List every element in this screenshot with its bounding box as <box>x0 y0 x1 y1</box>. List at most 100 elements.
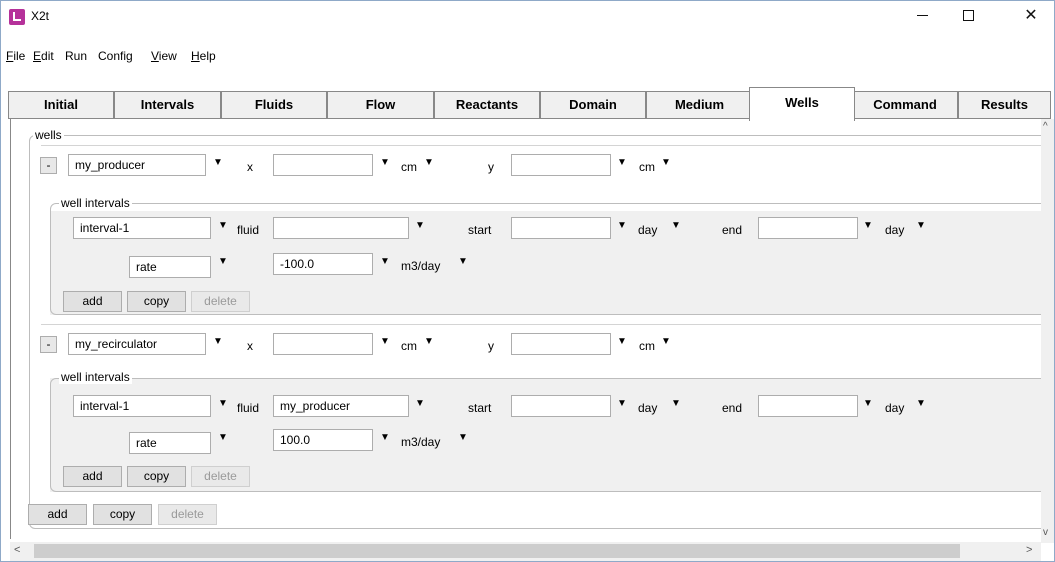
fluid-dropdown-icon[interactable]: ▼ <box>415 220 425 231</box>
add-interval-button[interactable]: add <box>63 291 122 312</box>
rate-unit-dropdown-icon[interactable]: ▼ <box>458 256 468 267</box>
start-input[interactable] <box>511 217 611 239</box>
start-dropdown-icon[interactable]: ▼ <box>617 220 627 231</box>
fluid-field[interactable]: my_producer <box>273 395 409 417</box>
tab-domain[interactable]: Domain <box>540 91 646 119</box>
start-unit-dropdown-icon[interactable]: ▼ <box>671 398 681 409</box>
tab-intervals[interactable]: Intervals <box>114 91 221 119</box>
scroll-down-icon[interactable]: v <box>1043 527 1048 538</box>
horizontal-scrollbar[interactable]: < > <box>10 542 1041 561</box>
start-unit-dropdown-icon[interactable]: ▼ <box>671 220 681 231</box>
rate-value-dropdown-icon[interactable]: ▼ <box>380 432 390 443</box>
start-unit[interactable]: day <box>638 401 657 415</box>
x-unit[interactable]: cm <box>401 339 417 353</box>
close-button[interactable]: ✕ <box>1008 1 1054 33</box>
scroll-up-icon[interactable]: ^ <box>1043 121 1048 132</box>
end-unit-dropdown-icon[interactable]: ▼ <box>916 398 926 409</box>
copy-interval-button[interactable]: copy <box>127 291 186 312</box>
rate-type-field[interactable]: rate <box>129 256 211 278</box>
rate-type-dropdown-icon[interactable]: ▼ <box>218 432 228 443</box>
tab-results[interactable]: Results <box>958 91 1051 119</box>
start-label: start <box>468 401 492 415</box>
divider <box>41 324 1043 325</box>
menu-view[interactable]: View <box>151 49 177 63</box>
scroll-left-icon[interactable]: < <box>14 544 20 556</box>
interval-name-field[interactable]: interval-1 <box>73 395 211 417</box>
end-input[interactable] <box>758 395 858 417</box>
y-unit[interactable]: cm <box>639 160 655 174</box>
menu-file[interactable]: File <box>6 49 25 63</box>
menu-view-mnemonic: V <box>151 49 159 63</box>
x-unit-dropdown-icon[interactable]: ▼ <box>424 336 434 347</box>
x-input[interactable] <box>273 154 373 176</box>
tab-initial[interactable]: Initial <box>8 91 114 119</box>
title-bar: X2t ✕ <box>1 1 1054 33</box>
y-unit[interactable]: cm <box>639 339 655 353</box>
horizontal-scroll-thumb[interactable] <box>34 544 960 558</box>
tab-reactants[interactable]: Reactants <box>434 91 540 119</box>
fluid-dropdown-icon[interactable]: ▼ <box>415 398 425 409</box>
menu-run[interactable]: Run <box>65 49 87 63</box>
tab-fluids[interactable]: Fluids <box>221 91 327 119</box>
rate-value-dropdown-icon[interactable]: ▼ <box>380 256 390 267</box>
x-dropdown-icon[interactable]: ▼ <box>380 336 390 347</box>
interval-name-field[interactable]: interval-1 <box>73 217 211 239</box>
delete-well-button[interactable]: delete <box>158 504 217 525</box>
tab-wells[interactable]: Wells <box>749 87 855 121</box>
rate-unit[interactable]: m3/day <box>401 435 440 449</box>
delete-interval-button[interactable]: delete <box>191 291 250 312</box>
y-unit-dropdown-icon[interactable]: ▼ <box>661 157 671 168</box>
menu-edit[interactable]: Edit <box>33 49 54 63</box>
end-dropdown-icon[interactable]: ▼ <box>863 220 873 231</box>
interval-dropdown-icon[interactable]: ▼ <box>218 220 228 231</box>
add-interval-button[interactable]: add <box>63 466 122 487</box>
fluid-field[interactable] <box>273 217 409 239</box>
menu-config[interactable]: Config <box>98 49 133 63</box>
vertical-scrollbar[interactable]: ^ v <box>1041 119 1054 543</box>
y-input[interactable] <box>511 333 611 355</box>
y-unit-dropdown-icon[interactable]: ▼ <box>661 336 671 347</box>
x-unit-dropdown-icon[interactable]: ▼ <box>424 157 434 168</box>
well-name-dropdown-icon[interactable]: ▼ <box>213 336 223 347</box>
rate-unit[interactable]: m3/day <box>401 259 440 273</box>
well-name-dropdown-icon[interactable]: ▼ <box>213 157 223 168</box>
collapse-well-button[interactable]: - <box>40 157 57 174</box>
end-unit[interactable]: day <box>885 401 904 415</box>
start-dropdown-icon[interactable]: ▼ <box>617 398 627 409</box>
y-dropdown-icon[interactable]: ▼ <box>617 157 627 168</box>
tab-flow[interactable]: Flow <box>327 91 434 119</box>
rate-value-input[interactable]: -100.0 <box>273 253 373 275</box>
end-unit-dropdown-icon[interactable]: ▼ <box>916 220 926 231</box>
minimize-button[interactable] <box>899 1 945 33</box>
scroll-right-icon[interactable]: > <box>1026 544 1032 556</box>
menu-help[interactable]: Help <box>191 49 216 63</box>
y-dropdown-icon[interactable]: ▼ <box>617 336 627 347</box>
rate-unit-dropdown-icon[interactable]: ▼ <box>458 432 468 443</box>
x-dropdown-icon[interactable]: ▼ <box>380 157 390 168</box>
add-well-button[interactable]: add <box>28 504 87 525</box>
copy-well-button[interactable]: copy <box>93 504 152 525</box>
delete-interval-button[interactable]: delete <box>191 466 250 487</box>
end-unit[interactable]: day <box>885 223 904 237</box>
well-name-field[interactable]: my_producer <box>68 154 206 176</box>
rate-type-dropdown-icon[interactable]: ▼ <box>218 256 228 267</box>
y-input[interactable] <box>511 154 611 176</box>
well-name-field[interactable]: my_recirculator <box>68 333 206 355</box>
rate-type-field[interactable]: rate <box>129 432 211 454</box>
fluid-label: fluid <box>237 401 260 415</box>
divider <box>41 145 1043 146</box>
maximize-button[interactable] <box>945 1 991 33</box>
menu-bar: File Edit Run Config View Help <box>1 49 1054 69</box>
interval-dropdown-icon[interactable]: ▼ <box>218 398 228 409</box>
tab-command[interactable]: Command <box>852 91 958 119</box>
rate-value-input[interactable]: 100.0 <box>273 429 373 451</box>
end-input[interactable] <box>758 217 858 239</box>
collapse-well-button[interactable]: - <box>40 336 57 353</box>
x-input[interactable] <box>273 333 373 355</box>
x-unit[interactable]: cm <box>401 160 417 174</box>
start-unit[interactable]: day <box>638 223 657 237</box>
start-input[interactable] <box>511 395 611 417</box>
copy-interval-button[interactable]: copy <box>127 466 186 487</box>
end-dropdown-icon[interactable]: ▼ <box>863 398 873 409</box>
tab-medium[interactable]: Medium <box>646 91 753 119</box>
